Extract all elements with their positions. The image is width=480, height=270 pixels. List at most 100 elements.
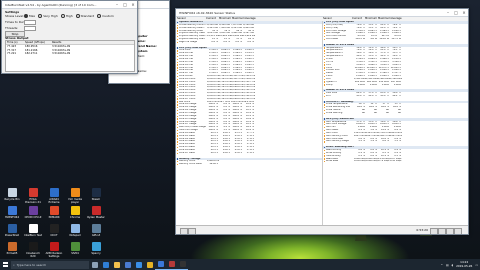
sensor-row[interactable]: Memory Clock Ratio 16.00 x xyxy=(176,163,322,166)
desktop-icon[interactable]: GPU-Z xyxy=(87,224,105,237)
col-speed: Speed (GFlops) xyxy=(25,41,45,44)
start-button[interactable] xyxy=(0,259,10,270)
sensor-value: 0.0 % xyxy=(211,40,218,43)
taskbar-intelburntest[interactable] xyxy=(166,259,177,270)
taskbar-store[interactable] xyxy=(122,259,133,270)
desktop-icon-label: Notepad xyxy=(69,234,81,237)
desktop-icon[interactable]: EVGA Precision X1 xyxy=(24,188,42,204)
desktop-icon-label: 3DMARK xyxy=(48,216,60,219)
desktop-icon[interactable]: 3DMARK xyxy=(45,206,63,219)
sensor-value: 5.5 % xyxy=(394,140,401,143)
settings-icon[interactable] xyxy=(446,227,454,234)
threads-select[interactable] xyxy=(24,26,36,31)
desktop-icon[interactable]: Ryzen Master xyxy=(87,206,105,219)
results-cell: 77.221 xyxy=(7,52,17,56)
desktop-icon[interactable]: HWiNFO64 xyxy=(3,206,21,219)
stress-level-radio[interactable]: Max xyxy=(24,14,35,18)
taskbar-edge[interactable] xyxy=(100,259,111,270)
edge-icon xyxy=(102,261,109,268)
app-icon xyxy=(49,242,59,251)
add-timestamp-icon[interactable] xyxy=(430,227,438,234)
app-icon xyxy=(28,206,38,215)
sensor-value: 124.0 W xyxy=(379,38,389,41)
minimize-icon[interactable]: – xyxy=(113,1,121,8)
desktop-icon-label: GPU-Z xyxy=(91,234,101,237)
radio-icon xyxy=(24,14,28,18)
desktop-icon[interactable]: CPUID CPU-Z xyxy=(24,206,42,219)
mail-icon xyxy=(135,261,142,268)
desktop-icon[interactable]: VLC media player xyxy=(66,188,84,204)
sensor-row[interactable]: Write Rate 0.059 MB/s 0.000 MB/s 4.79 MB/s 0… xyxy=(323,160,468,163)
sensor-list-left[interactable]: System: GIGABYTE Virtual Memory Comm... 6,… xyxy=(176,21,322,226)
desktop-icon-label: CPUID CPU-Z xyxy=(24,216,42,219)
minimize-icon[interactable]: – xyxy=(444,9,452,16)
intelburntest-window[interactable]: IntelBurnTest v2.54 - by AgentGOD (Runni… xyxy=(1,0,138,74)
app-icon xyxy=(70,206,80,215)
sensor-value: No xyxy=(397,112,401,114)
sensor-value: 6.0 % xyxy=(382,140,389,143)
sensor-value: 44.2 °C xyxy=(392,94,401,97)
taskbar-search[interactable]: ⌕ Type here to search xyxy=(11,260,89,269)
reset-icon[interactable] xyxy=(438,227,446,234)
desktop-icon[interactable]: SIV64 xyxy=(66,242,84,255)
desktop-icon-label: PowerShell xyxy=(4,234,20,237)
desktop-icon[interactable]: AMD Radeon Settings xyxy=(45,242,63,258)
desktop-icon[interactable]: Recycle Bin xyxy=(3,188,21,201)
desktop-icon-label: Chrome xyxy=(69,216,81,219)
volume-icon[interactable]: ◖ xyxy=(452,263,453,267)
clock[interactable]: 14:22 2019-05-26 xyxy=(456,261,473,268)
sensor-value: 107.5 W xyxy=(391,38,401,41)
sensor-value: 45.0 °C xyxy=(356,94,365,97)
sensor-value: 43.0 x xyxy=(234,151,242,154)
clock-date: 2019-05-26 xyxy=(456,263,473,268)
network-icon[interactable]: ▤ xyxy=(446,263,449,267)
close-icon[interactable]: × xyxy=(460,9,468,16)
sensor-value: 9.6 W xyxy=(370,38,377,41)
sensor-value: 0.0 % xyxy=(223,40,230,43)
desktop-icon[interactable]: Notepad xyxy=(66,224,84,237)
results-table[interactable]: Time (s) Speed (GFlops) Results 77.423 18… xyxy=(5,40,135,72)
app-icon xyxy=(70,242,80,251)
col-time: Time (s) xyxy=(7,41,18,44)
taskbar-file-explorer[interactable] xyxy=(111,259,122,270)
desktop-icon[interactable]: Steam xyxy=(87,188,105,201)
hwinfo-titlebar[interactable]: HWiNFO64 v6.02-3620 Sensor Status – □ × xyxy=(176,9,468,17)
sensor-list-right[interactable]: CPU [#0]: AMD Ryzen 7...CPU (Tctl/Tdie)7… xyxy=(322,21,468,226)
app-icon xyxy=(91,224,101,233)
desktop-icon[interactable]: Cinebench R20 xyxy=(24,242,42,258)
desktop-icon[interactable]: AIDA64 Extreme xyxy=(45,188,63,204)
close-icon[interactable]: × xyxy=(129,1,137,8)
stress-level-radio[interactable]: Very High xyxy=(38,14,58,18)
stress-level-label: High xyxy=(65,14,73,18)
nav-back-icon[interactable] xyxy=(180,227,188,234)
sensor-name: Write Rate xyxy=(323,160,354,163)
stress-level-label: Very High xyxy=(43,14,58,18)
desktop-icon[interactable]: Chrome xyxy=(66,206,84,219)
nav-forward-icon[interactable] xyxy=(188,227,196,234)
taskbar-chrome[interactable] xyxy=(144,259,155,270)
taskbar-hwinfo[interactable] xyxy=(155,259,166,270)
stress-level-radio[interactable]: High xyxy=(60,14,73,18)
notification-icon[interactable]: ▭ xyxy=(475,263,478,267)
taskbar-task-view[interactable] xyxy=(89,259,100,270)
app-icon xyxy=(28,224,38,233)
chevron-up-icon[interactable]: ^ xyxy=(441,263,443,267)
desktop-icon[interactable]: IntelBurn Test xyxy=(24,224,42,237)
taskbar-cmd[interactable] xyxy=(177,259,188,270)
close-sensors-icon[interactable] xyxy=(454,227,462,234)
desktop-icon[interactable]: PowerShell xyxy=(3,224,21,237)
times-to-run-input[interactable] xyxy=(24,20,36,25)
ibt-titlebar[interactable]: IntelBurnTest v2.54 - by AgentGOD (Runni… xyxy=(2,1,137,9)
stress-level-radio[interactable]: Custom xyxy=(97,14,114,18)
desktop-icon[interactable]: OCCT xyxy=(45,224,63,237)
maximize-icon[interactable]: □ xyxy=(452,9,460,16)
app-icon xyxy=(91,206,101,215)
desktop-icon[interactable]: Prime95 xyxy=(3,242,21,255)
taskbar-mail[interactable] xyxy=(133,259,144,270)
desktop-icon[interactable]: Speccy xyxy=(87,242,105,255)
stress-level-options[interactable]: Max Very High High Standard Custom xyxy=(24,14,117,18)
hwinfo-sensor-window[interactable]: HWiNFO64 v6.02-3620 Sensor Status – □ × … xyxy=(175,8,469,235)
sensor-value: 5.2 % xyxy=(370,140,377,143)
maximize-icon[interactable]: □ xyxy=(121,1,129,8)
stress-level-radio[interactable]: Standard xyxy=(75,14,94,18)
